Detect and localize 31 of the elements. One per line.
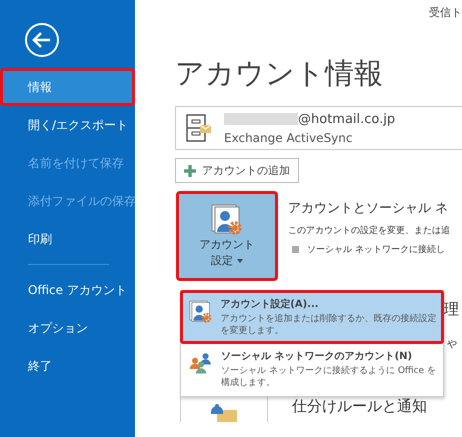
menu-item-title: ソーシャル ネットワークのアカウント(N) bbox=[221, 350, 414, 364]
sidebar-item[interactable]: 情報 bbox=[0, 68, 135, 106]
sidebar-item[interactable]: 印刷 bbox=[0, 220, 135, 258]
account-settings-icon bbox=[211, 204, 243, 236]
sidebar-item[interactable]: オプション bbox=[0, 309, 135, 347]
account-settings-button[interactable]: アカウント 設定 bbox=[178, 193, 276, 279]
menu-item[interactable]: アカウント設定(A)... アカウントを追加または削除するか、既存の接続設定を変更します。 bbox=[181, 291, 443, 344]
dropdown-caret-icon bbox=[237, 258, 243, 262]
add-account-button[interactable]: アカウントの追加 bbox=[175, 158, 299, 183]
file-cabinet-icon bbox=[186, 114, 212, 142]
menu-item-description: アカウントを追加または削除するか、既存の接続設定を変更します。 bbox=[220, 313, 437, 338]
bullet-text: ソーシャル ネットワークに接続し bbox=[307, 244, 445, 256]
account-type: Exchange ActiveSync bbox=[224, 130, 354, 144]
plus-icon bbox=[184, 164, 196, 176]
bullet-icon bbox=[292, 246, 299, 253]
partial-text: 理 bbox=[444, 300, 459, 319]
menu-item[interactable]: ソーシャル ネットワークのアカウント(N) ソーシャル ネットワークに接続するように Office を構成します。 bbox=[181, 343, 443, 396]
partial-text: や bbox=[447, 338, 457, 351]
account-card[interactable]: @hotmail.co.jp Exchange ActiveSync bbox=[175, 106, 462, 150]
section-heading: アカウントとソーシャル ネ bbox=[288, 200, 450, 217]
bell-folder-icon bbox=[209, 402, 239, 422]
sidebar-item[interactable]: 開く/エクスポート bbox=[0, 106, 135, 144]
rules-heading: 仕分けルールと通知 bbox=[292, 397, 427, 417]
sidebar-item[interactable]: Office アカウント bbox=[0, 271, 135, 309]
sidebar-item[interactable]: 終了 bbox=[0, 347, 135, 385]
header-text: 受信ト bbox=[429, 4, 462, 20]
email-address: @hotmail.co.jp bbox=[298, 112, 396, 126]
page-title: アカウント情報 bbox=[175, 55, 384, 92]
menu-item-title: アカウント設定(A)... bbox=[220, 297, 320, 311]
section-description: このアカウントの設定を変更、または追 bbox=[288, 224, 450, 237]
menu-item-description: ソーシャル ネットワークに接続するように Office を構成します。 bbox=[221, 365, 437, 390]
